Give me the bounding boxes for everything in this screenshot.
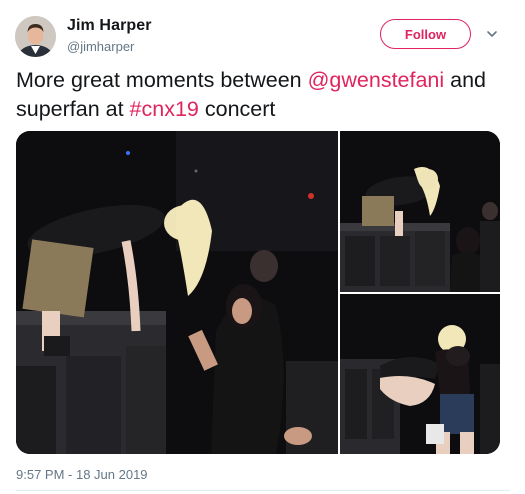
photo-1[interactable] bbox=[16, 131, 338, 454]
concert-photo-1 bbox=[16, 131, 338, 454]
tweet-text-part: More great moments between bbox=[16, 68, 308, 92]
tweet-card: Jim Harper @jimharper Follow More great … bbox=[0, 0, 525, 494]
photo-2[interactable] bbox=[340, 131, 500, 292]
author-handle[interactable]: @jimharper bbox=[67, 39, 134, 54]
author-avatar[interactable] bbox=[15, 16, 56, 57]
photo-3[interactable] bbox=[340, 294, 500, 454]
hashtag-link[interactable]: #cnx19 bbox=[130, 97, 199, 121]
tweet-text-part: concert bbox=[198, 97, 276, 121]
avatar-image bbox=[15, 16, 56, 57]
tweet-text: More great moments between @gwenstefani … bbox=[16, 66, 511, 124]
concert-photo-3 bbox=[340, 294, 500, 454]
divider bbox=[16, 490, 510, 491]
mention-link[interactable]: @gwenstefani bbox=[308, 68, 445, 92]
author-name[interactable]: Jim Harper bbox=[67, 17, 152, 35]
chevron-down-icon[interactable] bbox=[484, 26, 500, 42]
follow-button[interactable]: Follow bbox=[380, 19, 471, 49]
tweet-timestamp[interactable]: 9:57 PM - 18 Jun 2019 bbox=[16, 467, 148, 482]
concert-photo-2 bbox=[340, 131, 500, 292]
